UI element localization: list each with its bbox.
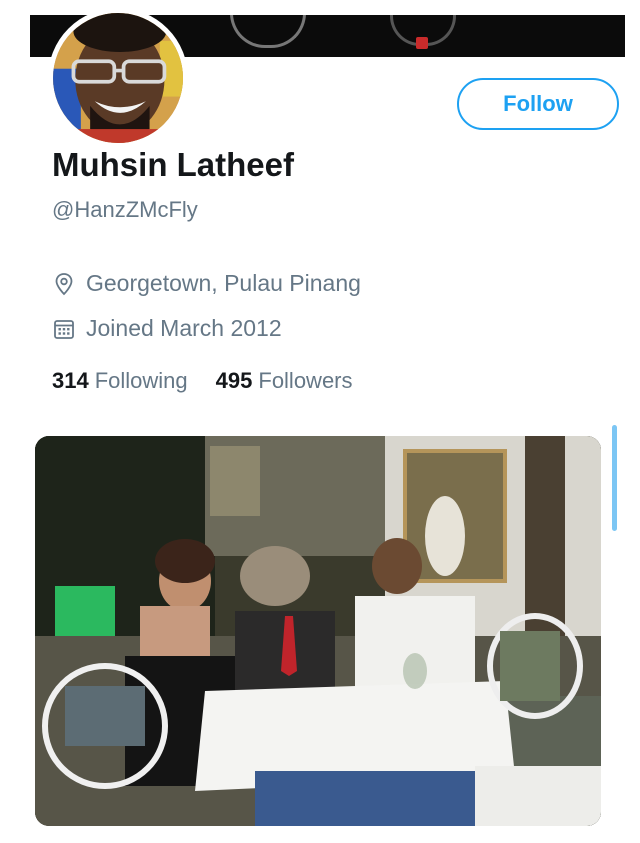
follow-button[interactable]: Follow [457, 78, 619, 130]
followers-link[interactable]: 495 Followers [216, 368, 353, 394]
calendar-icon [52, 317, 76, 341]
avatar-image [53, 13, 183, 143]
profile-location: Georgetown, Pulau Pinang [52, 270, 361, 297]
joined-text: Joined March 2012 [86, 315, 282, 341]
following-count: 314 [52, 368, 89, 393]
tweet-photo[interactable] [35, 436, 601, 826]
banner-detail [416, 37, 428, 49]
followers-count: 495 [215, 368, 253, 393]
profile-stats: 314 Following 495 Followers [52, 368, 353, 394]
banner-detail [230, 15, 306, 48]
location-text: Georgetown, Pulau Pinang [86, 270, 361, 296]
follow-button-label: Follow [503, 91, 573, 116]
profile-name: Muhsin Latheef [52, 146, 295, 183]
following-link[interactable]: 314 Following [52, 368, 188, 394]
avatar[interactable] [48, 8, 188, 148]
restaurant-photo-image [35, 436, 601, 826]
location-pin-icon [52, 272, 76, 296]
following-label: Following [94, 368, 188, 393]
profile-handle: @HanzZMcFly [52, 197, 198, 222]
scrollbar[interactable] [612, 425, 617, 531]
followers-label: Followers [258, 368, 353, 393]
profile-joined-date: Joined March 2012 [52, 315, 282, 342]
